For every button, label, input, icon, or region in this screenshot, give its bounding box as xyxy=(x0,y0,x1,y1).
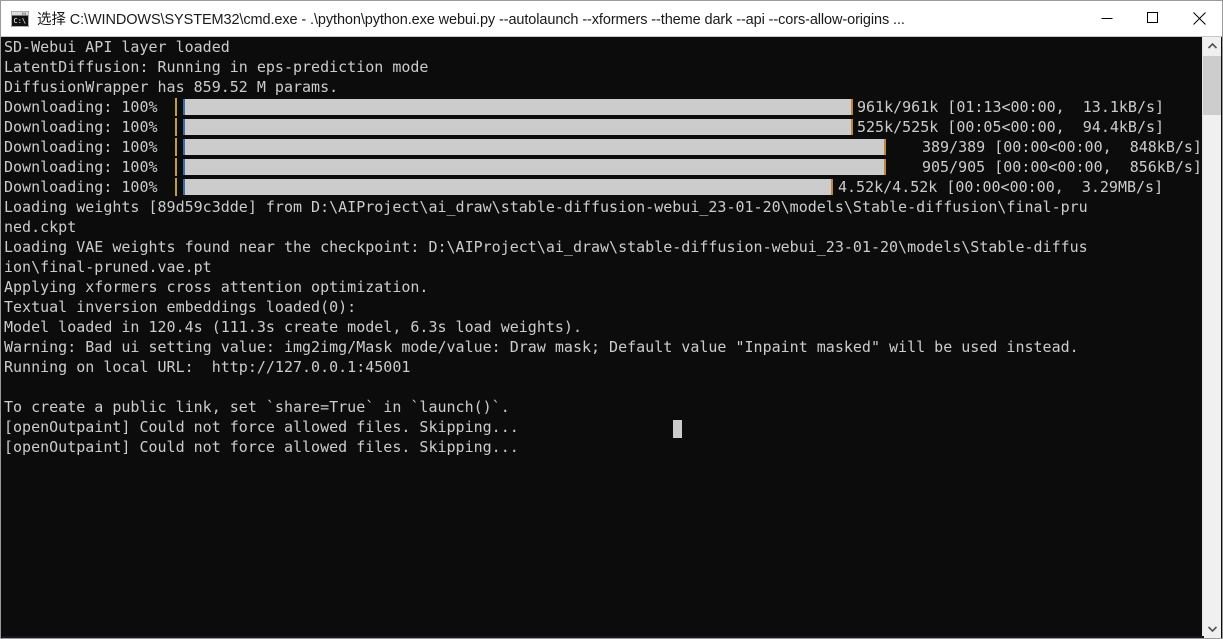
progress-separator xyxy=(175,138,177,156)
terminal-line: DiffusionWrapper has 859.52 M params. xyxy=(4,78,339,96)
progress-stats: 905/905 [00:00<00:00, 856kB/s] xyxy=(922,158,1202,176)
progress-separator xyxy=(175,158,177,176)
progress-stats: 4.52k/4.52k [00:00<00:00, 3.29MB/s] xyxy=(838,178,1164,196)
window-title: 选择 C:\WINDOWS\SYSTEM32\cmd.exe - .\pytho… xyxy=(37,12,905,28)
maximize-button[interactable] xyxy=(1130,1,1176,36)
console-window: C:\ 选择 C:\WINDOWS\SYSTEM32\cmd.exe - .\p… xyxy=(0,0,1223,639)
progress-separator xyxy=(175,118,177,136)
svg-text:C:\: C:\ xyxy=(14,17,27,25)
scroll-up-arrow[interactable] xyxy=(1203,37,1221,55)
download-progress-row: Downloading: 100% 905/905 [00:00<00:00, 8… xyxy=(2,157,1202,177)
terminal-line: Applying xformers cross attention optimi… xyxy=(4,278,429,296)
progress-label: Downloading: 100% xyxy=(4,138,158,156)
text-cursor xyxy=(673,420,682,438)
terminal-line: Loading VAE weights found near the check… xyxy=(4,238,1088,256)
progress-bar-fill xyxy=(183,179,833,195)
scroll-down-arrow[interactable] xyxy=(1203,620,1221,638)
title-bar[interactable]: C:\ 选择 C:\WINDOWS\SYSTEM32\cmd.exe - .\p… xyxy=(1,1,1222,37)
terminal-line: Model loaded in 120.4s (111.3s create mo… xyxy=(4,318,582,336)
cmd-console-icon: C:\ xyxy=(10,10,30,27)
minimize-button[interactable] xyxy=(1084,1,1130,36)
download-progress-row: Downloading: 100% 961k/961k [01:13<00:00,… xyxy=(2,97,1164,117)
download-progress-row: Downloading: 100% 389/389 [00:00<00:00, 8… xyxy=(2,137,1202,157)
progress-separator xyxy=(175,98,177,116)
progress-separator xyxy=(175,178,177,196)
terminal-text: SD-Webui API layer loaded LatentDiffusion… xyxy=(2,37,1202,457)
terminal-line: Textual inversion embeddings loaded(0): xyxy=(4,298,357,316)
download-progress-row: Downloading: 100% 4.52k/4.52k [00:00<00:0… xyxy=(2,177,1163,197)
progress-label: Downloading: 100% xyxy=(4,178,158,196)
download-progress-row: Downloading: 100% 525k/525k [00:05<00:00,… xyxy=(2,117,1164,137)
vertical-scrollbar[interactable] xyxy=(1202,37,1221,638)
progress-bar-fill xyxy=(183,119,853,135)
progress-stats: 389/389 [00:00<00:00, 848kB/s] xyxy=(922,138,1202,156)
console-output-area[interactable]: SD-Webui API layer loaded LatentDiffusion… xyxy=(2,37,1204,638)
close-button[interactable] xyxy=(1176,1,1222,36)
terminal-line: Running on local URL: http://127.0.0.1:4… xyxy=(4,358,411,376)
terminal-line: To create a public link, set `share=True… xyxy=(4,398,510,416)
terminal-line: ned.ckpt xyxy=(4,218,77,236)
window-controls xyxy=(1084,1,1222,37)
progress-stats: 525k/525k [00:05<00:00, 94.4kB/s] xyxy=(857,118,1165,136)
scroll-thumb[interactable] xyxy=(1203,56,1221,115)
terminal-line: [openOutpaint] Could not force allowed f… xyxy=(4,418,519,436)
progress-stats: 961k/961k [01:13<00:00, 13.1kB/s] xyxy=(857,98,1165,116)
progress-label: Downloading: 100% xyxy=(4,98,158,116)
progress-label: Downloading: 100% xyxy=(4,118,158,136)
terminal-line: LatentDiffusion: Running in eps-predicti… xyxy=(4,58,429,76)
terminal-line: SD-Webui API layer loaded xyxy=(4,38,230,56)
terminal-line: [openOutpaint] Could not force allowed f… xyxy=(4,438,519,456)
terminal-line: Warning: Bad ui setting value: img2img/M… xyxy=(4,338,1079,356)
progress-bar-fill xyxy=(183,99,853,115)
bottom-edge xyxy=(2,636,1204,638)
terminal-line: ion\final-pruned.vae.pt xyxy=(4,258,212,276)
progress-label: Downloading: 100% xyxy=(4,158,158,176)
progress-bar-fill xyxy=(183,139,886,155)
terminal-line: Loading weights [89d59c3dde] from D:\AIP… xyxy=(4,198,1088,216)
progress-bar-fill xyxy=(183,159,886,175)
